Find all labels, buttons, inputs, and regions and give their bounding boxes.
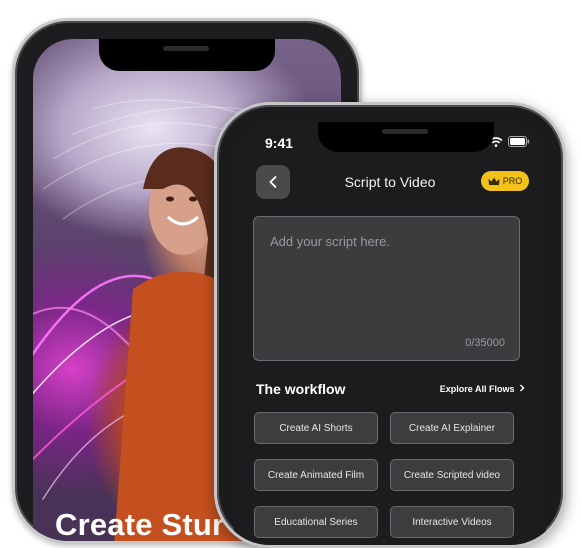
front-phone: 9:41 Script to Video PRO Add your script… xyxy=(214,102,566,548)
workflow-heading: The workflow xyxy=(256,381,346,397)
flow-educational-series-button[interactable]: Educational Series xyxy=(254,506,378,538)
pro-badge[interactable]: PRO xyxy=(481,171,529,191)
character-counter: 0/35000 xyxy=(465,337,505,349)
script-input[interactable]: Add your script here. 0/35000 xyxy=(253,216,520,361)
crown-icon xyxy=(488,177,500,185)
script-placeholder: Add your script here. xyxy=(270,234,390,249)
pro-badge-label: PRO xyxy=(502,176,523,186)
flow-create-animated-film-button[interactable]: Create Animated Film xyxy=(254,459,378,491)
battery-icon xyxy=(508,136,530,147)
status-time: 9:41 xyxy=(265,135,294,151)
explore-all-flows-link[interactable]: Explore All Flows xyxy=(440,384,525,394)
chevron-right-icon xyxy=(520,384,525,392)
flow-interactive-videos-button[interactable]: Interactive Videos xyxy=(390,506,514,538)
flow-create-ai-shorts-button[interactable]: Create AI Shorts xyxy=(254,412,378,444)
hero-headline: Create Stur xyxy=(55,507,225,542)
flow-create-ai-explainer-button[interactable]: Create AI Explainer xyxy=(390,412,514,444)
flow-create-scripted-video-button[interactable]: Create Scripted video xyxy=(390,459,514,491)
explore-link-label: Explore All Flows xyxy=(439,384,515,394)
front-notch xyxy=(318,122,494,152)
back-notch xyxy=(99,39,275,71)
script-to-video-screen: 9:41 Script to Video PRO Add your script… xyxy=(234,122,546,545)
